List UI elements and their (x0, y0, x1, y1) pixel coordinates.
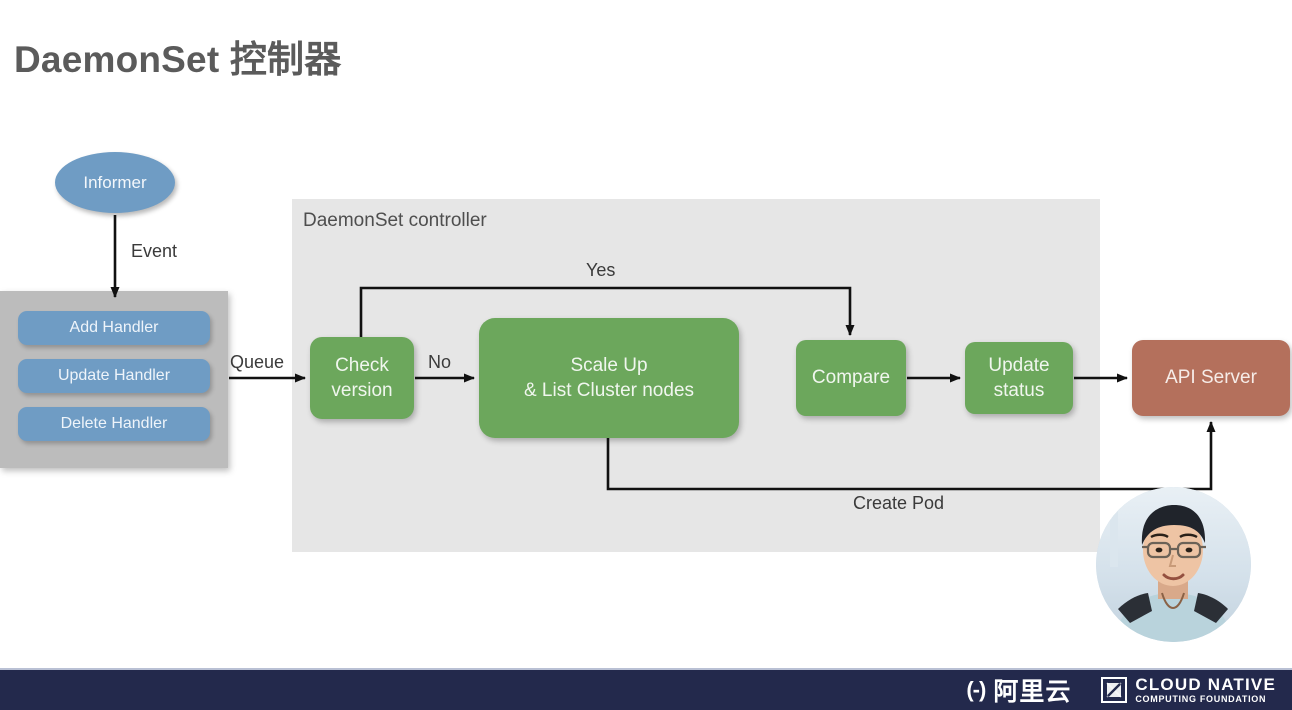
edge-label-event: Event (131, 241, 178, 261)
footer-bar: (-) 阿里云 CLOUD NATIVE COMPUTING FOUNDATIO… (0, 668, 1292, 710)
edge-label-yes: Yes (586, 260, 616, 280)
cncf-subtitle: COMPUTING FOUNDATION (1135, 694, 1267, 704)
process-update-status-label: Update status (988, 354, 1050, 401)
controller-panel-title: DaemonSet controller (303, 210, 487, 231)
cncf-title: CLOUD NATIVE (1135, 675, 1276, 694)
process-compare: Compare (796, 340, 906, 416)
edge-label-queue: Queue (230, 352, 285, 372)
informer-node: Informer (55, 152, 175, 213)
cncf-logo: CLOUD NATIVE COMPUTING FOUNDATION (1101, 676, 1276, 704)
handler-add: Add Handler (18, 311, 210, 345)
process-scale-up-label: Scale Up & List Cluster nodes (523, 354, 695, 401)
process-compare-label: Compare (811, 367, 891, 389)
aliyun-bracket-icon: (-) (966, 677, 986, 702)
process-check-version-label: Check version (331, 354, 393, 401)
informer-label: Informer (83, 172, 147, 192)
presenter-video-bubble[interactable] (1096, 487, 1251, 642)
handler-panel: Add Handler Update Handler Delete Handle… (0, 291, 228, 468)
api-server-node: API Server (1132, 340, 1290, 416)
aliyun-logo: (-) 阿里云 (966, 672, 1071, 708)
process-scale-up: Scale Up & List Cluster nodes (479, 318, 739, 438)
edge-label-create-pod: Create Pod (853, 493, 945, 513)
cncf-helm-icon (1101, 677, 1128, 703)
edge-label-no: No (428, 352, 452, 372)
process-check-version: Check version (310, 337, 414, 419)
presenter-avatar (1096, 487, 1251, 642)
aliyun-logo-text: 阿里云 (993, 678, 1072, 706)
handler-update: Update Handler (18, 359, 210, 393)
process-update-status: Update status (965, 342, 1073, 414)
handler-delete-label: Delete Handler (60, 415, 168, 432)
handler-update-label: Update Handler (57, 367, 171, 384)
handler-add-label: Add Handler (69, 319, 159, 336)
footer-logos: (-) 阿里云 CLOUD NATIVE COMPUTING FOUNDATIO… (966, 670, 1276, 710)
cncf-logo-text: CLOUD NATIVE COMPUTING FOUNDATION (1135, 676, 1276, 704)
api-server-label: API Server (1165, 367, 1257, 388)
handler-delete: Delete Handler (18, 407, 210, 441)
slide-root: DaemonSet 控制器 DaemonSet controller Infor… (0, 0, 1292, 710)
